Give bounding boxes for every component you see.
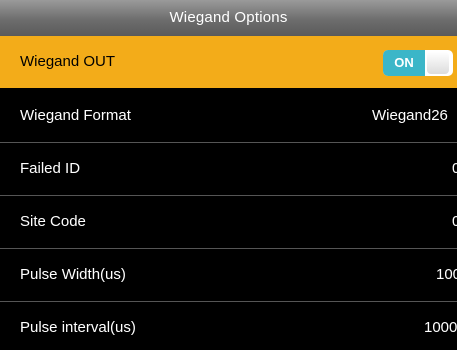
row-value: 0 xyxy=(452,160,457,177)
row-failed-id[interactable]: Failed ID 0 xyxy=(0,143,457,195)
row-value: Wiegand26 xyxy=(372,107,448,124)
row-wiegand-out[interactable]: Wiegand OUT ON xyxy=(0,36,457,88)
row-value: 0 xyxy=(452,213,457,230)
row-wiegand-format[interactable]: Wiegand Format Wiegand26 xyxy=(0,90,457,142)
row-pulse-interval[interactable]: Pulse interval(us) 1000 xyxy=(0,302,457,350)
row-label: Pulse interval(us) xyxy=(20,319,136,336)
wiegand-options-screen: Wiegand Options Wiegand OUT ON Wiegand F… xyxy=(0,0,457,350)
row-label: Site Code xyxy=(20,213,86,230)
row-value: 100 xyxy=(436,266,457,283)
row-label: Wiegand Format xyxy=(20,107,131,124)
toggle-knob xyxy=(427,52,449,74)
row-site-code[interactable]: Site Code 0 xyxy=(0,196,457,248)
row-pulse-width[interactable]: Pulse Width(us) 100 xyxy=(0,249,457,301)
wiegand-out-toggle[interactable]: ON xyxy=(383,50,453,76)
row-value: 1000 xyxy=(424,319,457,336)
row-label: Wiegand OUT xyxy=(20,53,116,70)
row-label: Failed ID xyxy=(20,160,81,177)
toggle-on-label: ON xyxy=(383,50,425,76)
page-title: Wiegand Options xyxy=(0,0,457,36)
row-label: Pulse Width(us) xyxy=(20,266,126,283)
